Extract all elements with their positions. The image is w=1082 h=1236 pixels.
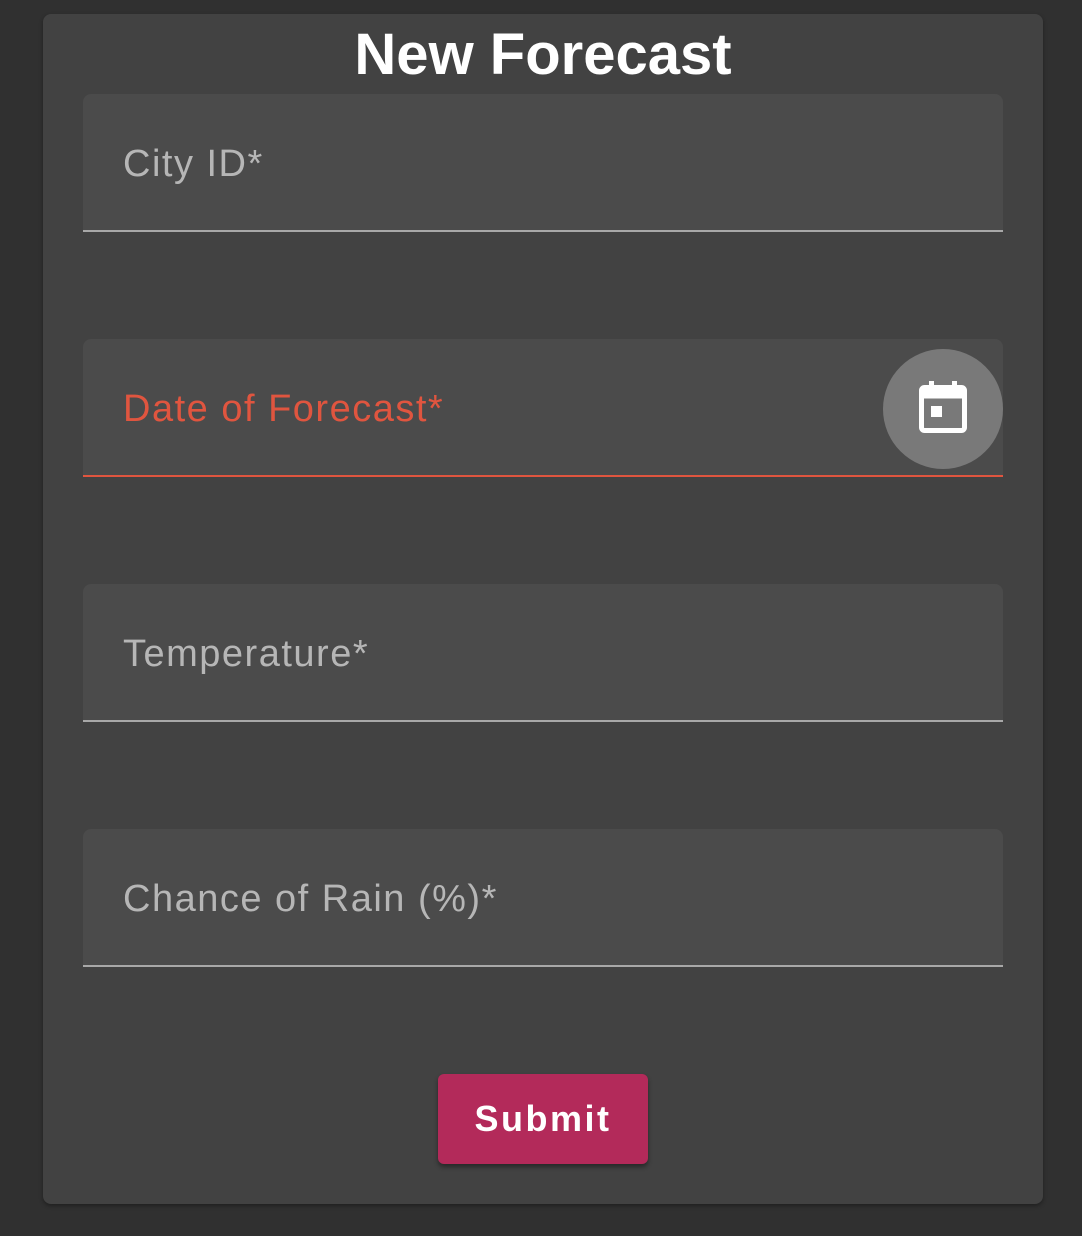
date-of-forecast-field[interactable]: Date of Forecast* (83, 339, 1003, 477)
city-id-input[interactable] (83, 94, 1003, 230)
submit-button[interactable]: Submit (438, 1074, 648, 1164)
date-of-forecast-input[interactable] (83, 339, 1003, 475)
page-title: New Forecast (354, 22, 732, 87)
city-id-field[interactable]: City ID* (83, 94, 1003, 232)
temperature-input[interactable] (83, 584, 1003, 720)
chance-of-rain-input[interactable] (83, 829, 1003, 965)
open-date-picker-button[interactable] (883, 349, 1003, 469)
new-forecast-card: New Forecast City ID* Date of Forecast* … (43, 14, 1043, 1204)
chance-of-rain-field[interactable]: Chance of Rain (%)* (83, 829, 1003, 967)
temperature-field[interactable]: Temperature* (83, 584, 1003, 722)
calendar-icon (919, 380, 967, 438)
